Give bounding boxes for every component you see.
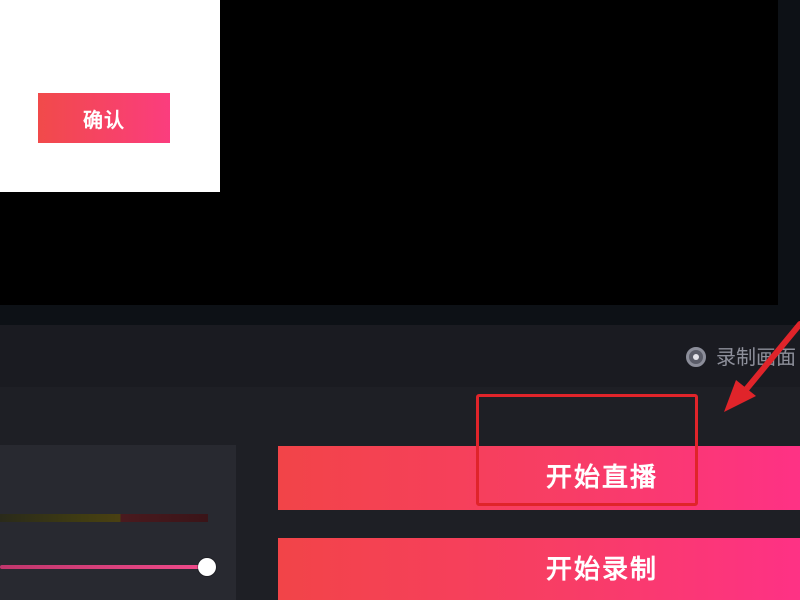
confirm-button[interactable]: 确认: [38, 93, 170, 143]
confirm-dialog: 确认: [0, 0, 220, 192]
app-window: 确认 录制画面 开始直播 开始录制: [0, 0, 800, 600]
audio-panel: [0, 445, 236, 600]
record-option-radio-icon[interactable]: [686, 347, 706, 367]
status-strip: [0, 325, 800, 387]
volume-slider-handle[interactable]: [198, 558, 216, 576]
start-record-label: 开始录制: [546, 555, 659, 585]
volume-slider-track[interactable]: [0, 565, 206, 569]
audio-level-meter: [0, 514, 208, 522]
start-record-button[interactable]: 开始录制: [278, 538, 800, 600]
record-option-label[interactable]: 录制画面: [716, 343, 796, 371]
start-live-button[interactable]: 开始直播: [278, 446, 800, 510]
start-live-label: 开始直播: [546, 463, 659, 493]
preview-area: 确认: [0, 0, 800, 325]
